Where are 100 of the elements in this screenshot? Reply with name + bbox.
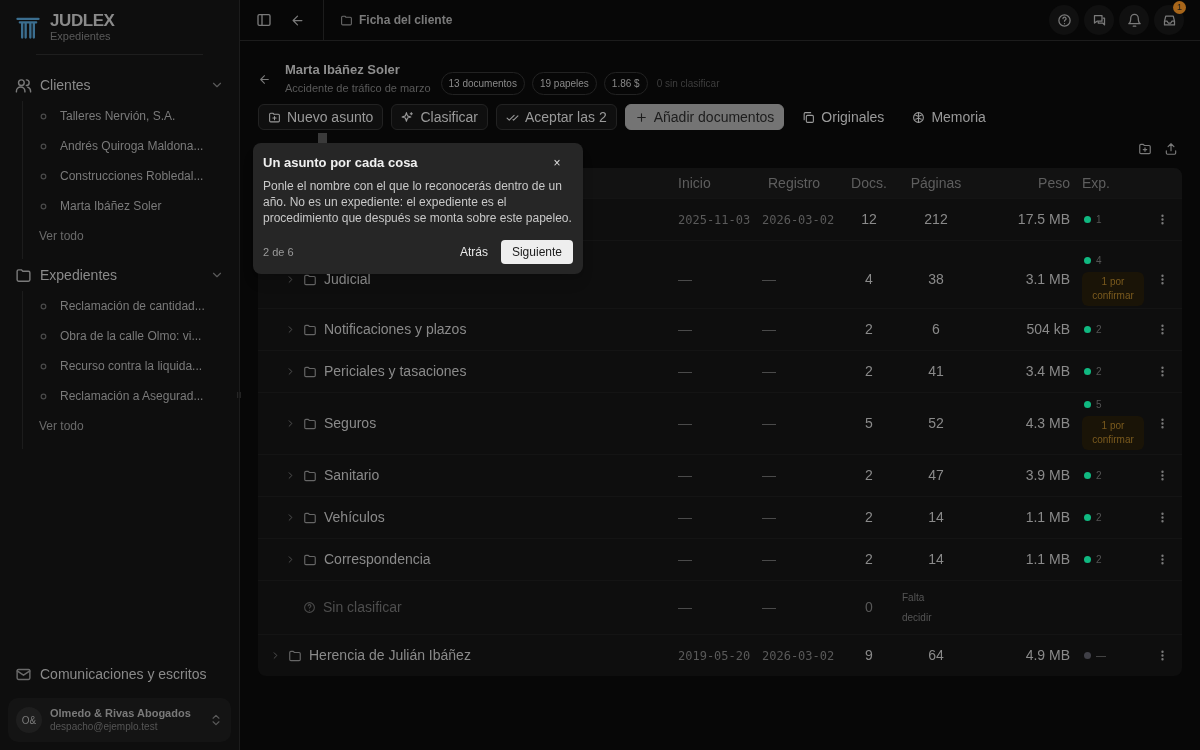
toolbar-button[interactable]: Aceptar las 2: [496, 104, 617, 130]
circle-icon: [40, 112, 47, 120]
folder-icon: [303, 510, 317, 525]
table-cell-text: —: [677, 598, 693, 617]
back-button[interactable]: Atrás: [451, 240, 496, 264]
toolbar-button[interactable]: Clasificar: [391, 104, 488, 130]
sidebar-item[interactable]: Andrés Quiroga Maldona...: [60, 137, 204, 155]
table-cell-text: 1.1 MB: [1024, 550, 1070, 569]
tour-text: Ponle el nombre con el que lo reconocerás dentro de un año. No es un expediente: el expediente es el procedimiento que después se monta sobre este papeleo.: [263, 178, 573, 226]
folder-icon: [303, 272, 317, 287]
sidebar-item[interactable]: Marta Ibáñez Soler: [60, 197, 162, 215]
sidebar-item[interactable]: Reclamación de cantidad...: [60, 297, 205, 315]
messages-button[interactable]: [1084, 5, 1114, 35]
avatar: O&: [16, 707, 42, 733]
sidebar-item[interactable]: Construcciones Robledal...: [60, 167, 204, 185]
column-header[interactable]: Páginas: [890, 172, 982, 194]
sidebar-item[interactable]: Obra de la calle Olmo: vi...: [60, 327, 202, 345]
table-cell-text: 2: [864, 320, 874, 339]
brand-subtitle: Expedientes: [50, 31, 112, 42]
column-header[interactable]: Exp.: [1070, 172, 1142, 194]
table-cell-text: 12: [860, 210, 878, 229]
folder-icon: [303, 468, 317, 483]
table-cell-text: —: [761, 598, 777, 617]
column-header[interactable]: Docs.: [848, 172, 890, 194]
table-cell-text: 4: [864, 270, 874, 289]
table-cell-text: —: [761, 508, 777, 527]
column-header[interactable]: Registro: [760, 172, 848, 194]
sidebar-item[interactable]: Recurso contra la liquida...: [60, 357, 203, 375]
table-cell-text: 2: [864, 550, 874, 569]
upload-icon[interactable]: [1164, 142, 1178, 156]
account-email: despacho@ejemplo.test: [50, 720, 159, 734]
case-count: 2: [1096, 511, 1102, 525]
pending-badge: 1 por confirmar: [1082, 416, 1144, 450]
toolbar-button[interactable]: Memoria: [902, 104, 996, 130]
sidebar-toggle-icon[interactable]: [256, 12, 272, 28]
next-button[interactable]: Siguiente: [500, 240, 573, 264]
case-count: —: [1096, 649, 1106, 663]
folder-name[interactable]: Periciales y tasaciones: [324, 361, 467, 382]
help-button[interactable]: [1049, 5, 1079, 35]
folder-name[interactable]: Seguros: [324, 413, 377, 434]
column-header[interactable]: Inicio: [670, 172, 760, 194]
back-icon[interactable]: [290, 12, 305, 28]
sparkle-icon: [401, 110, 415, 124]
sidebar-link[interactable]: Comunicaciones y escritos: [40, 663, 207, 685]
table-cell-text: 2025-11-03: [677, 211, 752, 229]
toolbar-button[interactable]: Originales: [792, 104, 895, 130]
resize-handle-icon[interactable]: [235, 391, 243, 399]
matter-name[interactable]: Herencia de Julián Ibáñez: [309, 645, 471, 666]
table-cell-text: —: [677, 414, 693, 433]
users-icon: [15, 76, 32, 94]
sidebar-item[interactable]: Reclamación a Asegurad...: [60, 387, 204, 405]
table-cell-text: 2: [864, 466, 874, 485]
folder-name[interactable]: Correspondencia: [324, 549, 431, 570]
sidebar-item[interactable]: Talleres Nervión, S.A.: [60, 107, 176, 125]
status-note: Falta decidir: [901, 590, 933, 625]
circle-icon: [40, 142, 47, 150]
back-icon[interactable]: [258, 72, 271, 86]
table-cell-text: —: [677, 508, 693, 527]
question-circle-icon: [303, 601, 316, 614]
step-counter: 2 de 6: [263, 244, 295, 260]
help-icon: [1056, 12, 1072, 28]
brand-name: JUDLEX: [50, 12, 115, 29]
table-cell-text: —: [761, 550, 777, 569]
table-cell-text: 3.4 MB: [1024, 362, 1070, 381]
notifications-button[interactable]: [1119, 5, 1149, 35]
folder-plus-icon[interactable]: [1138, 142, 1152, 156]
tour-title: Un asunto por cada cosa: [263, 154, 418, 173]
view-all-link[interactable]: Ver todo: [33, 221, 239, 251]
folder-name[interactable]: Notificaciones y plazos: [324, 319, 467, 340]
case-count: 5: [1096, 398, 1102, 412]
table-cell-text: 3.1 MB: [1024, 270, 1070, 289]
table-cell-text: 2026-03-02: [761, 647, 836, 665]
breadcrumb[interactable]: Ficha del cliente: [359, 11, 1044, 29]
circle-icon: [40, 302, 47, 310]
folder-icon: [303, 322, 317, 337]
table-cell-text: 17.5 MB: [1016, 210, 1070, 229]
table-cell-text: —: [677, 362, 693, 381]
close-button[interactable]: ×: [547, 153, 567, 173]
account-switcher[interactable]: O& Olmedo & Rivas Abogados despacho@ejemplo.test: [8, 698, 231, 742]
table-cell-text: 504 kB: [1025, 320, 1070, 339]
table-cell-text: 41: [927, 362, 945, 381]
account-name: Olmedo & Rivas Abogados: [50, 706, 192, 721]
table-cell-text: 14: [927, 508, 945, 527]
folder-name[interactable]: Vehículos: [324, 507, 385, 528]
case-count: 2: [1096, 323, 1102, 337]
column-header[interactable]: Peso: [982, 172, 1070, 194]
toolbar-button[interactable]: Nuevo asunto: [258, 104, 384, 130]
table-cell-text: —: [761, 270, 777, 289]
folder-icon: [15, 266, 32, 284]
table-cell-text: 5: [864, 414, 874, 433]
section-header[interactable]: Expedientes: [40, 264, 202, 286]
folder-name[interactable]: Sanitario: [324, 465, 380, 486]
table-cell-text: 4.9 MB: [1024, 646, 1070, 665]
section-header[interactable]: Clientes: [40, 74, 202, 96]
toolbar-button[interactable]: Añadir documentos: [624, 104, 785, 130]
circle-icon: [40, 332, 47, 340]
table-cell-text: 2: [864, 508, 874, 527]
table-cell-text: 14: [927, 550, 945, 569]
circle-icon: [40, 362, 47, 370]
view-all-link[interactable]: Ver todo: [33, 411, 239, 441]
